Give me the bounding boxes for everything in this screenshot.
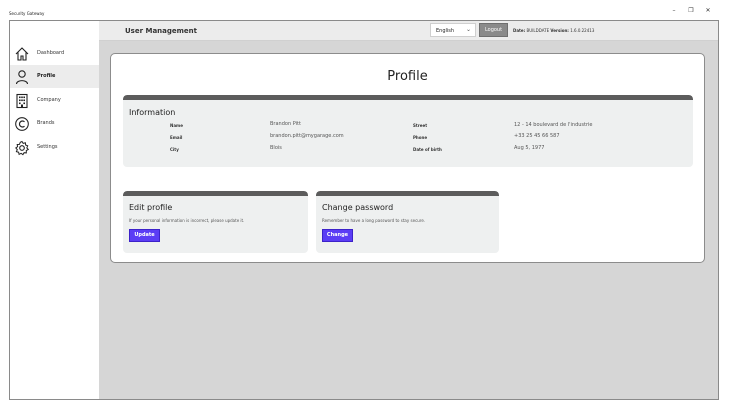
- title-bar: Security Gateway – ❐ ✕: [0, 0, 729, 20]
- panel-header-bar: [316, 191, 499, 196]
- sidebar-item-brands[interactable]: Brands: [10, 112, 99, 135]
- maximize-button[interactable]: ❐: [686, 7, 696, 15]
- version-label: Version:: [550, 28, 569, 33]
- city-label: City: [170, 147, 179, 152]
- dob-value: Aug 5, 1977: [514, 145, 545, 151]
- sidebar-item-profile[interactable]: Profile: [10, 65, 99, 88]
- minimize-button[interactable]: –: [669, 7, 679, 15]
- top-bar: User Management English ⌄ Logout Date: B…: [99, 21, 718, 41]
- change-button[interactable]: Change: [322, 229, 353, 242]
- logout-button[interactable]: Logout: [479, 23, 508, 37]
- app-window: Security Gateway – ❐ ✕ Dashboard Profile: [0, 0, 729, 413]
- panel-header-bar: [123, 191, 308, 196]
- edit-profile-title: Edit profile: [129, 203, 173, 212]
- close-button[interactable]: ✕: [703, 7, 713, 15]
- sidebar-item-label: Dashboard: [37, 50, 65, 56]
- building-icon: [16, 93, 28, 109]
- sidebar-item-label: Brands: [37, 120, 55, 126]
- panel-header-bar: [123, 95, 693, 100]
- sidebar: Dashboard Profile Company Brands Setting…: [10, 21, 99, 399]
- street-label: Street: [413, 123, 428, 128]
- edit-profile-description: If your personal information is incorrec…: [129, 218, 245, 223]
- sidebar-item-label: Settings: [37, 144, 58, 150]
- phone-label: Phone: [413, 135, 428, 140]
- change-password-title: Change password: [322, 203, 394, 212]
- email-label: Email: [170, 135, 183, 140]
- gear-icon: [15, 140, 30, 156]
- build-info: Date: BUILDDATE Version: 1.6.0.22413: [513, 28, 594, 33]
- sidebar-item-label: Profile: [37, 73, 56, 79]
- street-value: 12 - 14 boulevard de l'industrie: [514, 122, 593, 128]
- information-title: Information: [129, 108, 176, 117]
- date-label: Date:: [513, 28, 526, 33]
- profile-title: Profile: [387, 69, 428, 84]
- main-content: Profile Information Name Brandon Pitt St…: [99, 41, 718, 399]
- sidebar-item-dashboard[interactable]: Dashboard: [10, 42, 99, 65]
- sidebar-item-settings[interactable]: Settings: [10, 136, 99, 159]
- name-value: Brandon Pitt: [270, 121, 301, 127]
- copyright-icon: [15, 117, 29, 131]
- city-value: Blois: [270, 145, 282, 151]
- change-password-card: Change password Remember to have a long …: [316, 191, 499, 253]
- edit-profile-card: Edit profile If your personal informatio…: [123, 191, 308, 253]
- change-password-description: Remember to have a long password to stay…: [322, 218, 426, 223]
- profile-card: Profile Information Name Brandon Pitt St…: [110, 53, 705, 263]
- dob-label: Date of birth: [413, 147, 442, 152]
- window-title: Security Gateway: [9, 11, 45, 16]
- user-icon: [15, 70, 29, 85]
- chevron-down-icon: ⌄: [465, 26, 471, 33]
- phone-value: +33 25 45 66 587: [514, 133, 560, 139]
- sidebar-item-label: Company: [37, 97, 61, 103]
- email-value: brandon.pitt@mygarage.com: [270, 133, 344, 139]
- app-frame: Dashboard Profile Company Brands Setting…: [9, 20, 719, 400]
- home-icon: [15, 47, 29, 61]
- language-select[interactable]: English ⌄: [430, 23, 476, 37]
- date-value: BUILDDATE: [526, 28, 550, 33]
- page-title: User Management: [125, 27, 198, 35]
- name-label: Name: [170, 123, 183, 128]
- version-value: 1.6.0.22413: [570, 28, 595, 33]
- sidebar-item-company[interactable]: Company: [10, 89, 99, 112]
- language-value: English: [436, 28, 455, 34]
- information-panel: Information Name Brandon Pitt Street 12 …: [123, 95, 693, 167]
- update-button[interactable]: Update: [129, 229, 160, 242]
